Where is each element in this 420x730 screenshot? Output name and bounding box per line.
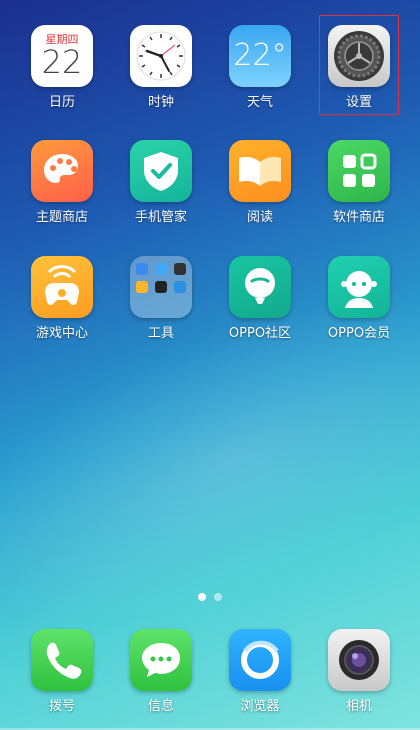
app-settings[interactable]: 设置: [319, 15, 399, 115]
app-messages[interactable]: 信息: [116, 620, 206, 720]
app-label: 设置: [345, 95, 372, 110]
gamepad-icon: [31, 256, 93, 318]
open-book-icon: [229, 140, 291, 202]
app-weather[interactable]: 22° 天气: [215, 16, 305, 116]
member-icon: [328, 256, 390, 318]
app-browser[interactable]: 浏览器: [215, 620, 305, 720]
app-clock[interactable]: 时钟: [116, 16, 206, 116]
app-software-store[interactable]: 软件商店: [314, 131, 404, 231]
app-label: 工具: [147, 326, 174, 341]
app-store-icon: [328, 140, 390, 202]
app-label: 游戏中心: [35, 326, 88, 341]
app-label: 日历: [48, 95, 75, 110]
clock-icon: [130, 25, 192, 87]
page-indicator: [0, 593, 420, 601]
weather-temperature: 22°: [233, 38, 287, 73]
shield-check-icon: [130, 140, 192, 202]
app-label: 手机管家: [134, 210, 187, 225]
app-label: 时钟: [147, 95, 174, 110]
folder-icon: [130, 256, 192, 318]
app-theme-store[interactable]: 主题商店: [17, 131, 107, 231]
app-dialer[interactable]: 拨号: [17, 620, 107, 720]
app-reading[interactable]: 阅读: [215, 131, 305, 231]
app-label: 信息: [147, 699, 174, 714]
app-oppo-member[interactable]: OPPO会员: [314, 247, 404, 347]
app-label: OPPO会员: [327, 326, 391, 341]
app-label: 主题商店: [35, 210, 88, 225]
app-camera[interactable]: 相机: [314, 620, 404, 720]
page-dot-2[interactable]: [214, 593, 222, 601]
app-oppo-community[interactable]: OPPO社区: [215, 247, 305, 347]
page-dot-1[interactable]: [198, 593, 206, 601]
app-folder-tools[interactable]: 工具: [116, 247, 206, 347]
app-game-center[interactable]: 游戏中心: [17, 247, 107, 347]
app-label: 天气: [246, 95, 273, 110]
camera-icon: [328, 629, 390, 691]
app-label: 浏览器: [240, 699, 280, 714]
app-label: OPPO社区: [228, 326, 292, 341]
calendar-icon: 星期四 22: [31, 25, 93, 87]
app-label: 相机: [345, 699, 372, 714]
app-phone-manager[interactable]: 手机管家: [116, 131, 206, 231]
app-calendar[interactable]: 星期四 22 日历: [17, 16, 107, 116]
browser-icon: [229, 629, 291, 691]
balloon-icon: [229, 256, 291, 318]
app-label: 拨号: [48, 699, 75, 714]
palette-icon: [31, 140, 93, 202]
settings-gear-icon: [328, 25, 390, 87]
message-icon: [130, 629, 192, 691]
calendar-day: 22: [41, 43, 83, 81]
weather-icon: 22°: [229, 25, 291, 87]
phone-icon: [31, 629, 93, 691]
app-label: 阅读: [246, 210, 273, 225]
app-label: 软件商店: [332, 210, 385, 225]
